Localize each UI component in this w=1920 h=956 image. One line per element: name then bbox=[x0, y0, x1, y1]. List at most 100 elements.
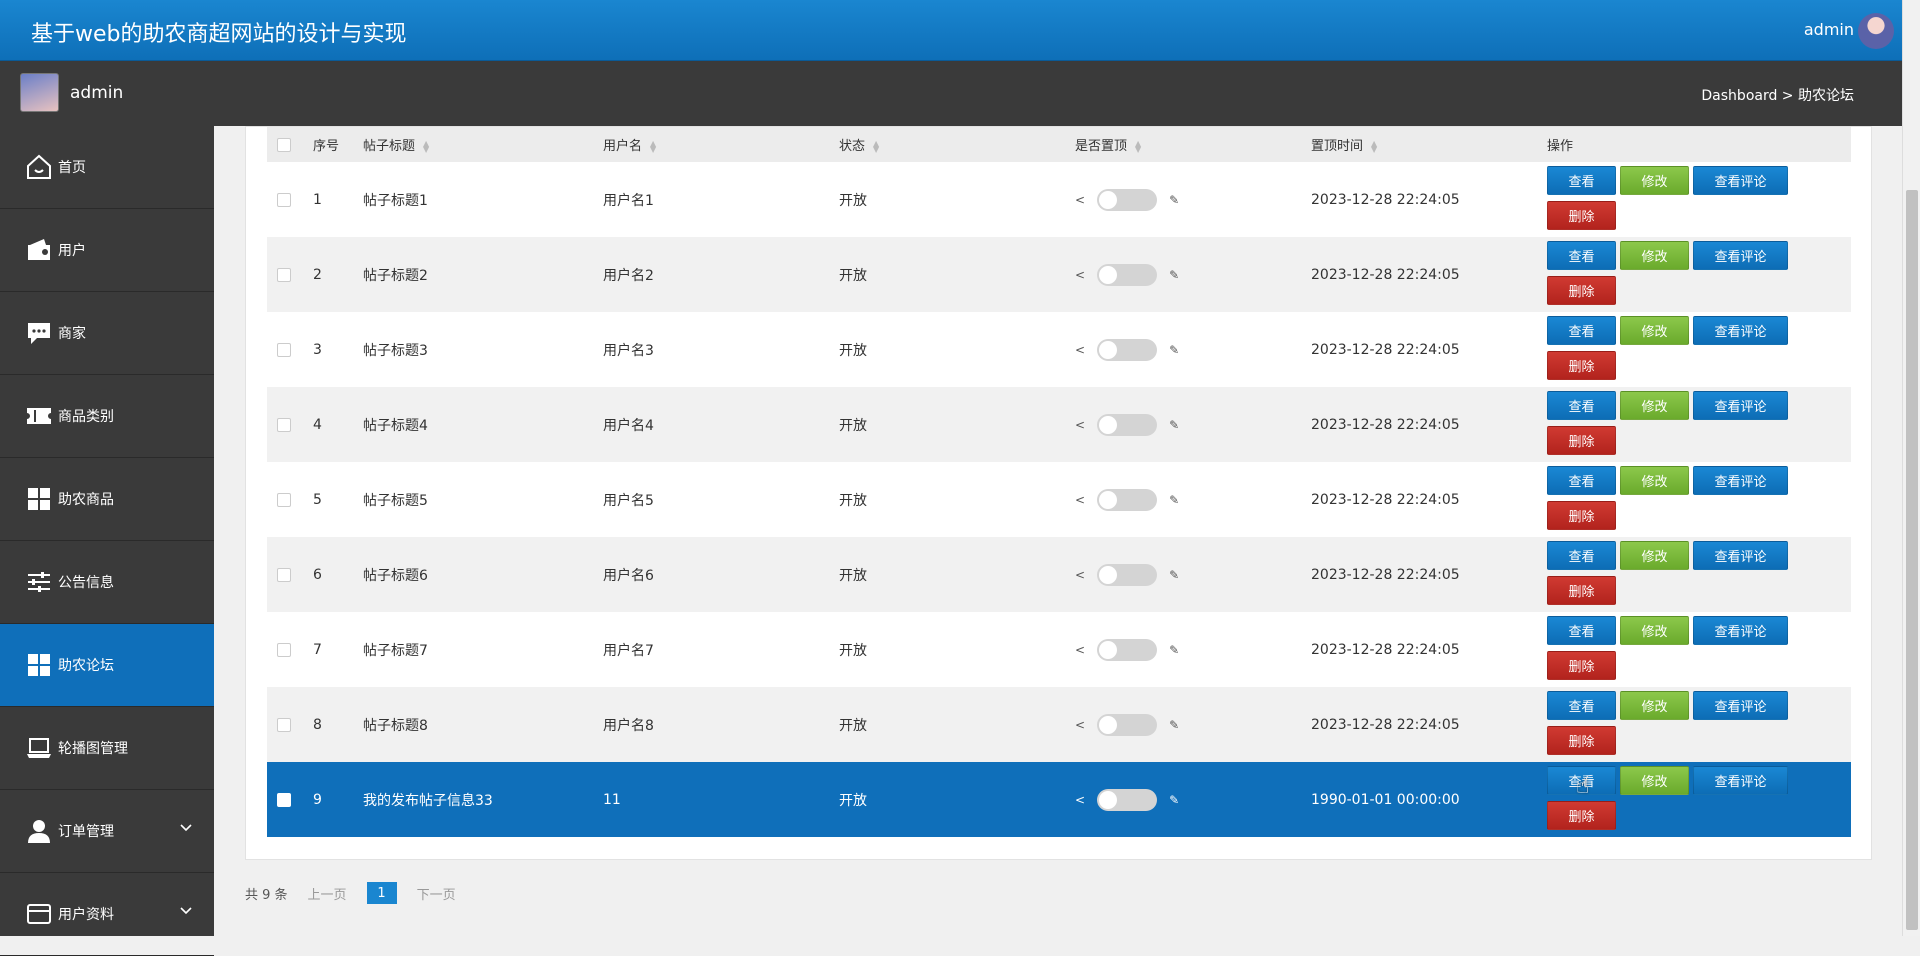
row-checkbox[interactable] bbox=[277, 717, 291, 732]
sidebar-item-4[interactable]: 助农商品 bbox=[0, 458, 214, 541]
view-comments-button[interactable]: 查看评论 bbox=[1693, 691, 1788, 720]
select-all-checkbox[interactable] bbox=[277, 137, 291, 152]
vertical-scrollbar[interactable] bbox=[1902, 0, 1920, 936]
view-button[interactable]: 查看 bbox=[1547, 166, 1616, 195]
delete-button[interactable]: 删除 bbox=[1547, 351, 1616, 380]
sidebar-item-1[interactable]: 用户 bbox=[0, 209, 214, 292]
delete-button[interactable]: 删除 bbox=[1547, 576, 1616, 605]
sidebar-item-5[interactable]: 公告信息 bbox=[0, 541, 214, 624]
view-comments-button[interactable]: 查看评论 bbox=[1693, 391, 1788, 420]
edit-button[interactable]: 修改 bbox=[1620, 616, 1689, 645]
view-button[interactable]: 查看 bbox=[1547, 466, 1616, 495]
header-title[interactable]: 帖子标题 bbox=[363, 139, 415, 154]
view-button[interactable]: 查看 bbox=[1547, 391, 1616, 420]
next-page-button[interactable]: 下一页 bbox=[417, 884, 456, 903]
delete-button[interactable]: 删除 bbox=[1547, 276, 1616, 305]
header-pinned[interactable]: 是否置顶 bbox=[1075, 139, 1127, 154]
delete-button[interactable]: 删除 bbox=[1547, 726, 1616, 755]
view-button[interactable]: 查看 bbox=[1547, 241, 1616, 270]
header-pin-time[interactable]: 置顶时间 bbox=[1311, 139, 1363, 154]
edit-button[interactable]: 修改 bbox=[1620, 541, 1689, 570]
delete-button[interactable]: 删除 bbox=[1547, 501, 1616, 530]
view-button[interactable]: 查看 bbox=[1547, 316, 1616, 345]
chevron-down-icon[interactable] bbox=[180, 820, 192, 836]
edit-button[interactable]: 修改 bbox=[1620, 166, 1689, 195]
pin-toggle[interactable] bbox=[1097, 638, 1158, 661]
row-checkbox[interactable] bbox=[277, 792, 291, 807]
view-comments-button[interactable]: 查看评论 bbox=[1693, 316, 1788, 345]
view-button[interactable]: 查看 bbox=[1547, 541, 1616, 570]
delete-button[interactable]: 删除 bbox=[1547, 801, 1616, 830]
row-checkbox[interactable] bbox=[277, 192, 291, 207]
sidebar-item-3[interactable]: 商品类别 bbox=[0, 375, 214, 458]
pin-toggle[interactable] bbox=[1097, 713, 1158, 736]
sort-icon[interactable]: ▲ ▼ bbox=[873, 139, 879, 153]
table-row[interactable]: 9 我的发布帖子信息33 11 开放 < ✎ 1990-01-01 00:00:00 查看 修改… bbox=[267, 762, 1851, 837]
pin-toggle[interactable] bbox=[1097, 488, 1158, 511]
header-username[interactable]: admin bbox=[1804, 20, 1854, 39]
sort-icon[interactable]: ▲ ▼ bbox=[423, 139, 429, 153]
sidebar-item-6[interactable]: 助农论坛 bbox=[0, 624, 214, 707]
row-checkbox[interactable] bbox=[277, 567, 291, 582]
header-status[interactable]: 状态 bbox=[839, 139, 865, 154]
pin-toggle[interactable] bbox=[1097, 338, 1158, 361]
view-comments-button[interactable]: 查看评论 bbox=[1693, 466, 1788, 495]
row-checkbox[interactable] bbox=[277, 642, 291, 657]
view-comments-button[interactable]: 查看评论 bbox=[1693, 766, 1788, 795]
row-checkbox[interactable] bbox=[277, 342, 291, 357]
table-row[interactable]: 8 帖子标题8 用户名8 开放 < ✎ 2023-12-28 22:24:05 查看 修改 查看评… bbox=[267, 687, 1851, 762]
table-row[interactable]: 1 帖子标题1 用户名1 开放 < ✎ 2023-12-28 22:24:05 查看 修改 查看评… bbox=[267, 162, 1851, 237]
row-checkbox[interactable] bbox=[277, 267, 291, 282]
view-comments-button[interactable]: 查看评论 bbox=[1693, 166, 1788, 195]
row-checkbox[interactable] bbox=[277, 417, 291, 432]
sort-icon[interactable]: ▲ ▼ bbox=[1371, 139, 1377, 153]
table-row[interactable]: 5 帖子标题5 用户名5 开放 < ✎ 2023-12-28 22:24:05 查看 修改 查看评… bbox=[267, 462, 1851, 537]
edit-pencil-icon[interactable]: ✎ bbox=[1169, 268, 1179, 282]
sidebar-item-7[interactable]: 轮播图管理 bbox=[0, 707, 214, 790]
pin-toggle[interactable] bbox=[1097, 413, 1158, 436]
edit-button[interactable]: 修改 bbox=[1620, 466, 1689, 495]
table-row[interactable]: 6 帖子标题6 用户名6 开放 < ✎ 2023-12-28 22:24:05 查看 修改 查看评… bbox=[267, 537, 1851, 612]
edit-button[interactable]: 修改 bbox=[1620, 691, 1689, 720]
edit-pencil-icon[interactable]: ✎ bbox=[1169, 343, 1179, 357]
table-row[interactable]: 2 帖子标题2 用户名2 开放 < ✎ 2023-12-28 22:24:05 查看 修改 查看评… bbox=[267, 237, 1851, 312]
delete-button[interactable]: 删除 bbox=[1547, 201, 1616, 230]
view-button[interactable]: 查看 bbox=[1547, 616, 1616, 645]
delete-button[interactable]: 删除 bbox=[1547, 426, 1616, 455]
table-row[interactable]: 4 帖子标题4 用户名4 开放 < ✎ 2023-12-28 22:24:05 查看 修改 查看评… bbox=[267, 387, 1851, 462]
edit-pencil-icon[interactable]: ✎ bbox=[1169, 193, 1179, 207]
sort-icon[interactable]: ▲ ▼ bbox=[650, 139, 656, 153]
prev-page-button[interactable]: 上一页 bbox=[308, 884, 347, 903]
view-comments-button[interactable]: 查看评论 bbox=[1693, 541, 1788, 570]
row-checkbox[interactable] bbox=[277, 492, 291, 507]
table-row[interactable]: 7 帖子标题7 用户名7 开放 < ✎ 2023-12-28 22:24:05 查看 修改 查看评… bbox=[267, 612, 1851, 687]
scrollbar-thumb[interactable] bbox=[1906, 190, 1918, 930]
chevron-down-icon[interactable] bbox=[180, 903, 192, 919]
sort-icon[interactable]: ▲ ▼ bbox=[1135, 139, 1141, 153]
edit-pencil-icon[interactable]: ✎ bbox=[1169, 793, 1179, 807]
edit-button[interactable]: 修改 bbox=[1620, 766, 1689, 795]
edit-pencil-icon[interactable]: ✎ bbox=[1169, 718, 1179, 732]
edit-pencil-icon[interactable]: ✎ bbox=[1169, 568, 1179, 582]
view-comments-button[interactable]: 查看评论 bbox=[1693, 616, 1788, 645]
pin-toggle[interactable] bbox=[1097, 263, 1158, 286]
view-button[interactable]: 查看 bbox=[1547, 691, 1616, 720]
sidebar-item-2[interactable]: 商家 bbox=[0, 292, 214, 375]
pin-toggle[interactable] bbox=[1097, 788, 1158, 811]
edit-pencil-icon[interactable]: ✎ bbox=[1169, 493, 1179, 507]
pin-toggle[interactable] bbox=[1097, 188, 1158, 211]
header-avatar[interactable] bbox=[1858, 13, 1894, 49]
view-comments-button[interactable]: 查看评论 bbox=[1693, 241, 1788, 270]
edit-pencil-icon[interactable]: ✎ bbox=[1169, 418, 1179, 432]
pin-toggle[interactable] bbox=[1097, 563, 1158, 586]
sidebar-item-8[interactable]: 订单管理 bbox=[0, 790, 214, 873]
header-index[interactable]: 序号 bbox=[313, 139, 339, 154]
edit-pencil-icon[interactable]: ✎ bbox=[1169, 643, 1179, 657]
table-row[interactable]: 3 帖子标题3 用户名3 开放 < ✎ 2023-12-28 22:24:05 查看 修改 查看评… bbox=[267, 312, 1851, 387]
edit-button[interactable]: 修改 bbox=[1620, 241, 1689, 270]
sidebar-item-0[interactable]: 首页 bbox=[0, 126, 214, 209]
header-username[interactable]: 用户名 bbox=[603, 139, 642, 154]
edit-button[interactable]: 修改 bbox=[1620, 391, 1689, 420]
delete-button[interactable]: 删除 bbox=[1547, 651, 1616, 680]
current-page-button[interactable]: 1 bbox=[366, 882, 397, 904]
